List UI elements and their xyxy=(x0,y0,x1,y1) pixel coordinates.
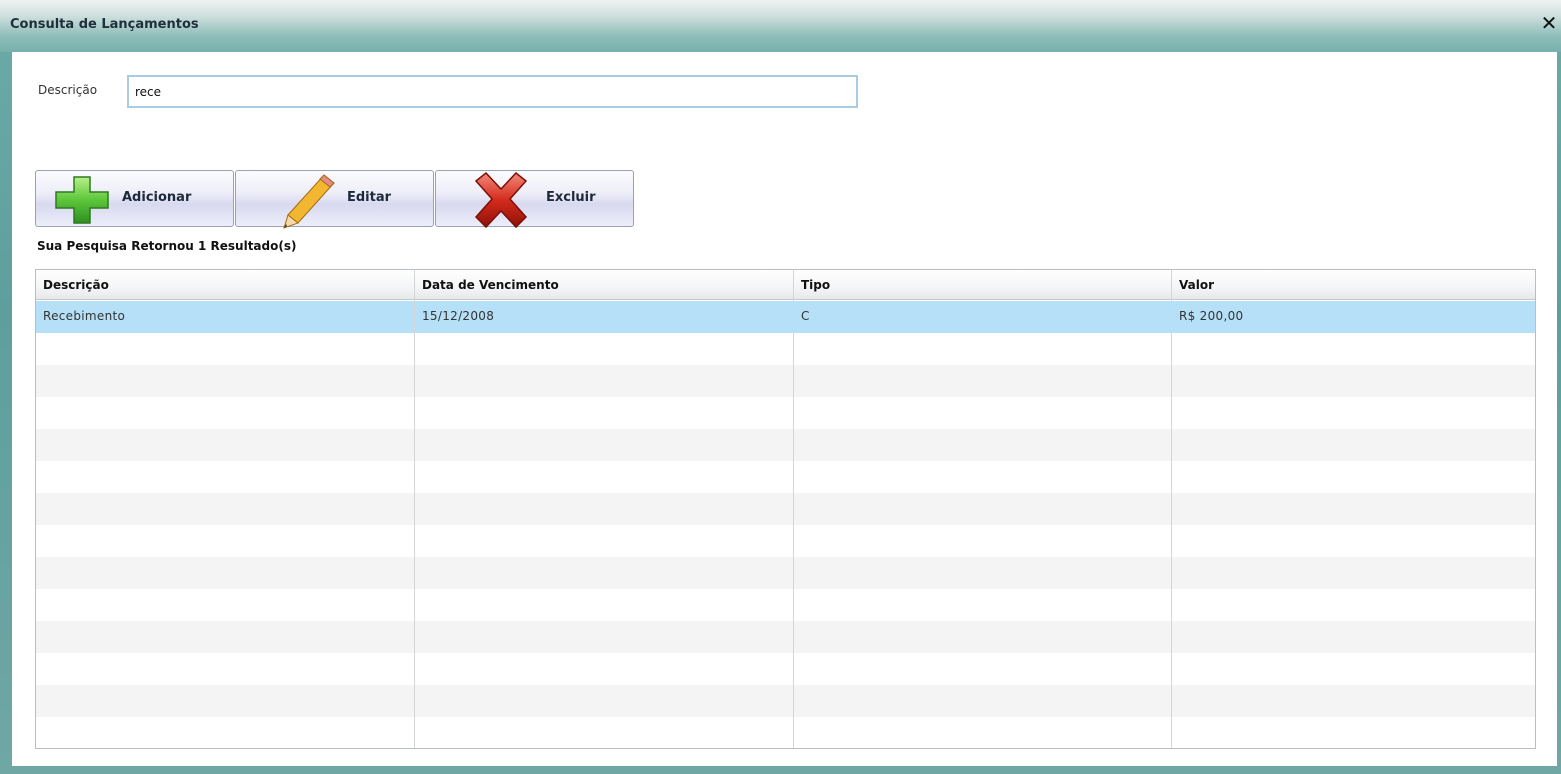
edit-button[interactable]: Editar xyxy=(235,170,434,229)
empty-row xyxy=(36,685,1535,717)
empty-row xyxy=(36,653,1535,685)
results-table: Descrição Data de Vencimento Tipo Valor … xyxy=(35,269,1536,749)
column-header[interactable]: Descrição xyxy=(36,270,415,300)
empty-row xyxy=(36,621,1535,653)
column-header[interactable]: Valor xyxy=(1172,270,1535,300)
table-header: Descrição Data de Vencimento Tipo Valor xyxy=(36,270,1535,300)
empty-row xyxy=(36,429,1535,461)
add-button[interactable]: Adicionar xyxy=(35,170,234,227)
table-row[interactable]: Recebimento 15/12/2008 C R$ 200,00 xyxy=(36,301,1535,333)
window-title: Consulta de Lançamentos xyxy=(10,17,199,32)
empty-row xyxy=(36,525,1535,557)
table-cell: 15/12/2008 xyxy=(422,309,495,323)
column-divider xyxy=(414,270,415,748)
add-button-label: Adicionar xyxy=(122,190,192,205)
column-header[interactable]: Tipo xyxy=(794,270,1172,300)
delete-button[interactable]: Excluir xyxy=(435,170,634,229)
close-icon[interactable]: ✕ xyxy=(1539,12,1559,34)
table-cell: C xyxy=(801,309,810,323)
empty-row xyxy=(36,493,1535,525)
column-divider xyxy=(793,270,794,748)
x-icon xyxy=(474,171,528,229)
table-cell: Recebimento xyxy=(43,309,126,323)
empty-row xyxy=(36,589,1535,621)
search-label: Descrição xyxy=(38,83,98,97)
plus-icon xyxy=(55,176,109,224)
search-input[interactable] xyxy=(127,75,858,108)
empty-row xyxy=(36,365,1535,397)
edit-button-label: Editar xyxy=(347,190,392,205)
empty-row xyxy=(36,557,1535,589)
title-bar[interactable]: Consulta de Lançamentos ✕ xyxy=(0,0,1561,52)
column-divider xyxy=(1171,270,1172,748)
delete-button-label: Excluir xyxy=(546,190,596,205)
result-count: Sua Pesquisa Retornou 1 Resultado(s) xyxy=(37,239,297,253)
pencil-icon xyxy=(283,174,335,229)
empty-row xyxy=(36,461,1535,493)
empty-row xyxy=(36,397,1535,429)
empty-row xyxy=(36,333,1535,365)
dialog-content: Descrição Adicionar xyxy=(12,52,1557,766)
empty-row xyxy=(36,717,1535,748)
window-frame: Consulta de Lançamentos ✕ Descrição rece… xyxy=(0,0,1561,774)
table-cell: R$ 200,00 xyxy=(1179,309,1244,323)
column-header[interactable]: Data de Vencimento xyxy=(415,270,794,300)
